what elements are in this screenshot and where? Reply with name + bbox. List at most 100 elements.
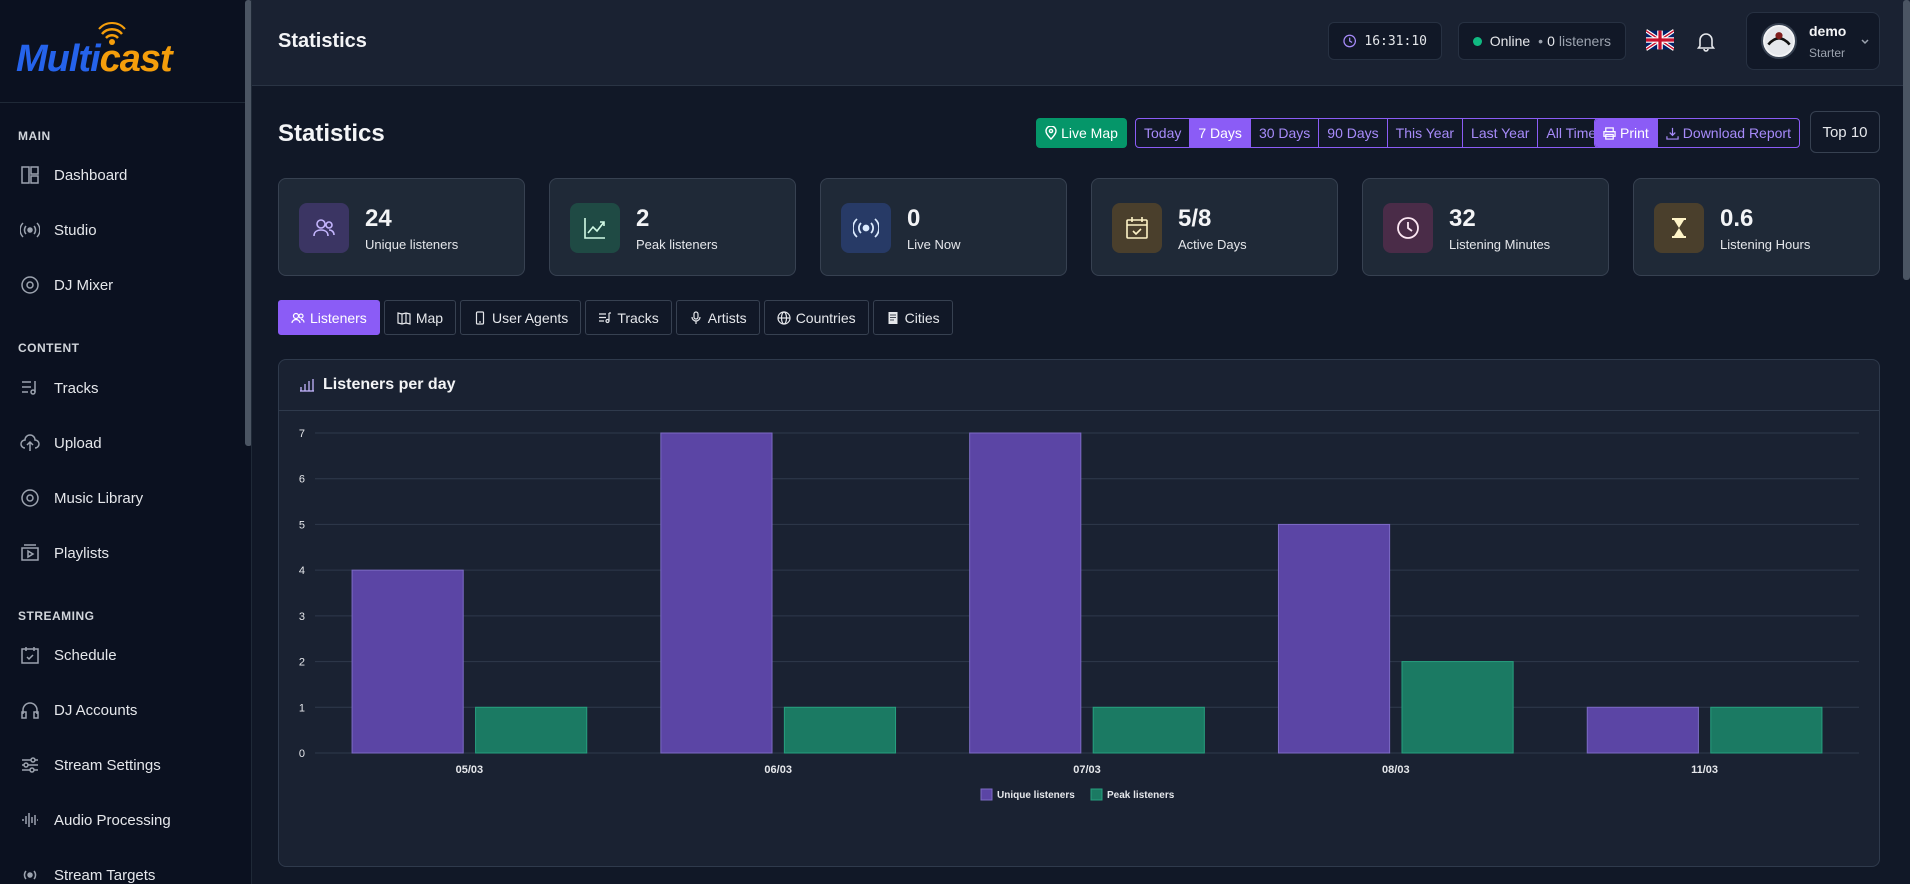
sidebar-item-studio[interactable]: Studio <box>0 210 245 250</box>
range-today[interactable]: Today <box>1136 119 1191 147</box>
range-last-year[interactable]: Last Year <box>1463 119 1539 147</box>
tab-cities[interactable]: Cities <box>872 300 953 335</box>
stat-card-listening-hours: 0.6 Listening Hours <box>1633 178 1880 276</box>
panel-title: Listeners per day <box>323 376 456 393</box>
tab-artists[interactable]: Artists <box>675 300 760 335</box>
live-map-button[interactable]: Live Map <box>1036 118 1127 148</box>
online-status: Online • 0 listeners <box>1458 22 1626 60</box>
tab-label: Artists <box>707 309 747 326</box>
x-tick-label: 06/03 <box>764 764 792 776</box>
tab-label: Countries <box>795 309 856 326</box>
stat-card-peak-listeners: 2 Peak listeners <box>549 178 796 276</box>
stat-icon-box <box>299 203 349 253</box>
listeners-label: listeners <box>1558 33 1611 49</box>
stats-tabs: Listeners Map User Agents Tracks Artists… <box>278 300 957 335</box>
tab-map[interactable]: Map <box>383 300 457 335</box>
stat-value: 24 <box>365 205 392 232</box>
y-tick-label: 6 <box>299 474 305 486</box>
download-icon <box>1666 127 1679 140</box>
bar-unique <box>1586 706 1699 754</box>
x-tick-label: 11/03 <box>1691 764 1718 776</box>
main-scrollbar[interactable] <box>1903 0 1910 280</box>
logo-accent: cast <box>99 38 173 80</box>
stat-label: Unique listeners <box>365 237 459 252</box>
sidebar-item-label: DJ Accounts <box>54 701 138 719</box>
y-tick-label: 0 <box>299 748 305 760</box>
stat-card-unique-listeners: 24 Unique listeners <box>278 178 525 276</box>
panel-header: Listeners per day <box>279 360 1879 411</box>
uk-flag-icon[interactable] <box>1646 29 1674 51</box>
section-main: MAIN <box>18 129 51 143</box>
sidebar-scrollbar[interactable] <box>245 0 251 446</box>
sidebar-item-schedule[interactable]: Schedule <box>0 635 245 675</box>
sidebar-item-label: Upload <box>54 434 102 452</box>
tab-label: Cities <box>904 309 940 326</box>
stat-icon-box <box>1654 203 1704 253</box>
stat-card-active-days: 5/8 Active Days <box>1091 178 1338 276</box>
tab-label: User Agents <box>492 309 569 326</box>
phone-icon <box>475 310 485 325</box>
stat-value: 5/8 <box>1178 205 1212 232</box>
stat-label: Active Days <box>1178 237 1247 252</box>
stat-card-listening-minutes: 32 Listening Minutes <box>1362 178 1609 276</box>
tab-tracks[interactable]: Tracks <box>585 300 672 335</box>
legend-swatch <box>1090 788 1103 801</box>
logo[interactable]: Multicast <box>0 0 251 103</box>
topbar: Statistics 16:31:10 Online • 0 listeners… <box>252 0 1910 86</box>
range-90-days[interactable]: 90 Days <box>1319 119 1388 147</box>
clock-icon <box>1343 34 1357 48</box>
sidebar-item-dj-mixer[interactable]: DJ Mixer <box>0 265 245 305</box>
bar-peak <box>1401 661 1514 754</box>
bar-peak <box>783 706 897 754</box>
range-7-days[interactable]: 7 Days <box>1190 119 1251 147</box>
sidebar-item-upload[interactable]: Upload <box>0 423 245 463</box>
sidebar-item-tracks[interactable]: Tracks <box>0 368 245 408</box>
bar-chart-icon <box>300 379 314 392</box>
users-icon <box>313 219 335 237</box>
logo-text: Multicast <box>16 38 173 81</box>
sidebar: Multicast MAIN Dashboard Studio DJ Mixer… <box>0 0 252 884</box>
tab-label: Map <box>415 309 444 326</box>
print-button[interactable]: Print <box>1595 119 1657 147</box>
stat-value: 0.6 <box>1720 205 1754 232</box>
x-tick-label: 05/03 <box>456 764 484 776</box>
bar-unique <box>660 432 773 754</box>
logo-main: Multi <box>16 38 101 80</box>
bell-icon[interactable] <box>1695 30 1717 52</box>
sidebar-item-music-library[interactable]: Music Library <box>0 478 245 518</box>
calendar-check-icon <box>21 647 39 664</box>
listeners-per-day-panel: Listeners per day 0 1 2 3 4 5 6 7 05/03 06/03 07/0… <box>278 359 1880 867</box>
user-name: demo <box>1809 23 1847 39</box>
sidebar-item-audio-processing[interactable]: Audio Processing <box>0 800 245 840</box>
bar-unique <box>1277 523 1391 754</box>
sidebar-item-stream-targets[interactable]: Stream Targets <box>0 855 245 884</box>
sidebar-item-dj-accounts[interactable]: DJ Accounts <box>0 690 245 730</box>
tab-user-agents[interactable]: User Agents <box>460 300 582 335</box>
sidebar-item-stream-settings[interactable]: Stream Settings <box>0 745 245 785</box>
sidebar-item-label: Music Library <box>54 489 144 507</box>
bar-unique <box>351 569 464 754</box>
sidebar-item-playlists[interactable]: Playlists <box>0 533 245 573</box>
y-tick-label: 2 <box>299 657 305 669</box>
user-menu[interactable]: demo Starter <box>1746 12 1880 70</box>
y-tick-label: 4 <box>299 565 305 577</box>
sidebar-item-dashboard[interactable]: Dashboard <box>0 155 245 195</box>
y-tick-label: 7 <box>299 428 305 440</box>
tab-countries[interactable]: Countries <box>763 300 869 335</box>
broadcast-icon <box>853 218 879 238</box>
topbar-title: Statistics <box>278 30 367 52</box>
range-30-days[interactable]: 30 Days <box>1251 119 1320 147</box>
trend-up-icon <box>584 218 605 239</box>
live-map-label: Live Map <box>1061 125 1118 141</box>
section-streaming: STREAMING <box>18 609 95 623</box>
y-tick-label: 1 <box>299 702 305 714</box>
chevron-down-icon <box>1861 39 1869 45</box>
top10-button[interactable]: Top 10 <box>1810 111 1880 153</box>
range-this-year[interactable]: This Year <box>1388 119 1464 147</box>
sidebar-item-label: Dashboard <box>54 166 128 184</box>
sidebar-item-label: Playlists <box>54 544 110 562</box>
tab-listeners[interactable]: Listeners <box>278 300 380 335</box>
clock-icon <box>1397 217 1419 239</box>
disc-icon <box>21 276 39 294</box>
download-report-button[interactable]: Download Report <box>1656 119 1799 147</box>
